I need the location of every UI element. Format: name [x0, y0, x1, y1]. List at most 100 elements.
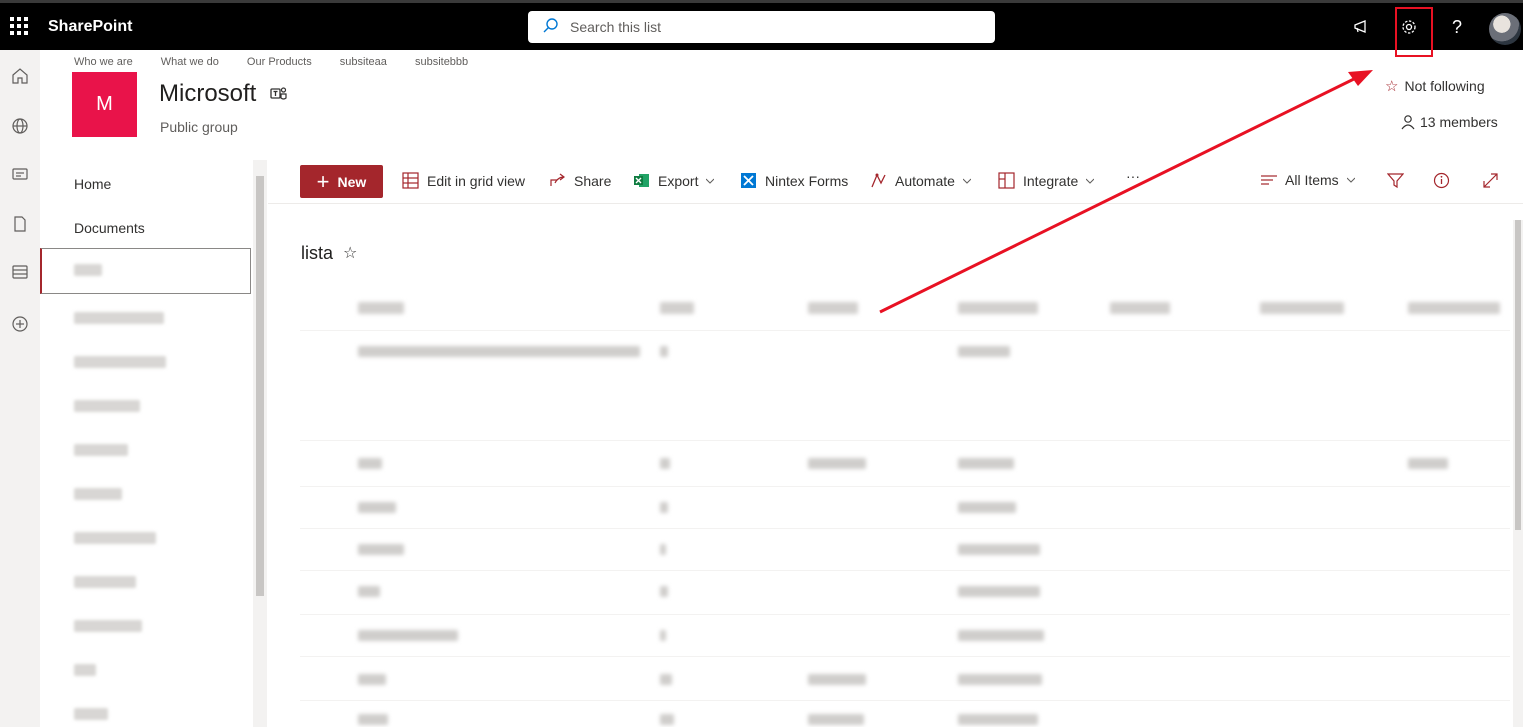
column-header[interactable]	[1408, 302, 1500, 314]
table-cell	[358, 346, 640, 357]
export-button[interactable]: Export	[633, 172, 715, 189]
info-icon[interactable]	[1433, 172, 1450, 189]
follow-button[interactable]: ☆ Not following	[1385, 77, 1485, 95]
column-header[interactable]	[358, 302, 404, 314]
chevron-down-icon	[962, 178, 971, 184]
nav-item-home[interactable]: Home	[74, 176, 111, 192]
row-divider	[300, 440, 1510, 441]
teams-icon[interactable]	[270, 86, 288, 107]
table-cell	[358, 544, 404, 555]
globe-icon[interactable]	[6, 112, 34, 140]
favorite-star-icon[interactable]: ☆	[343, 243, 357, 263]
nav-item-redacted[interactable]	[74, 664, 96, 676]
search-placeholder: Search this list	[570, 19, 662, 35]
nav-item-redacted[interactable]	[74, 400, 140, 412]
table-cell	[958, 502, 1016, 513]
nav-item-redacted[interactable]	[74, 312, 164, 324]
integrate-icon	[998, 172, 1015, 189]
megaphone-icon[interactable]	[1348, 13, 1376, 41]
user-avatar[interactable]	[1489, 13, 1521, 45]
column-header[interactable]	[808, 302, 858, 314]
site-logo[interactable]: M	[72, 72, 137, 137]
list-scrollbar[interactable]	[1513, 220, 1523, 727]
share-icon	[550, 173, 565, 186]
table-cell	[958, 458, 1014, 469]
table-cell	[660, 630, 666, 641]
integrate-label: Integrate	[1023, 172, 1079, 189]
view-list-icon	[1261, 175, 1277, 185]
hub-nav-item[interactable]: subsiteaa	[340, 56, 387, 68]
edit-grid-view-button[interactable]: Edit in grid view	[402, 172, 525, 189]
hub-nav-item[interactable]: What we do	[161, 56, 219, 68]
search-box[interactable]: Search this list	[528, 11, 995, 43]
table-cell	[958, 630, 1044, 641]
column-header[interactable]	[1260, 302, 1344, 314]
hub-navigation: Who we are What we do Our Products subsi…	[74, 56, 493, 68]
nav-item-documents[interactable]: Documents	[74, 220, 145, 236]
plus-icon: +	[316, 168, 330, 194]
app-name[interactable]: SharePoint	[48, 18, 132, 36]
hub-nav-item[interactable]: Our Products	[247, 56, 312, 68]
new-button[interactable]: + New	[300, 165, 383, 198]
members-button[interactable]: 13 members	[1400, 114, 1498, 130]
share-label: Share	[574, 172, 612, 189]
flow-icon	[871, 173, 886, 188]
table-cell	[358, 502, 396, 513]
hub-nav-item[interactable]: Who we are	[74, 56, 133, 68]
chevron-down-icon	[1086, 178, 1095, 184]
integrate-button[interactable]: Integrate	[998, 172, 1095, 189]
create-icon[interactable]	[6, 310, 34, 338]
table-cell	[660, 714, 674, 725]
table-cell	[660, 346, 668, 357]
star-outline-icon: ☆	[1385, 78, 1399, 95]
file-icon[interactable]	[6, 210, 34, 238]
column-header[interactable]	[958, 302, 1038, 314]
nav-item-redacted[interactable]	[74, 708, 108, 720]
table-cell	[958, 586, 1040, 597]
nav-scrollbar[interactable]	[253, 160, 267, 727]
news-icon[interactable]	[6, 160, 34, 188]
excel-icon	[634, 174, 649, 187]
grid-icon	[402, 172, 419, 189]
site-navigation: Home Documents	[40, 160, 253, 727]
share-button[interactable]: Share	[549, 172, 611, 189]
person-icon	[1401, 115, 1415, 130]
app-launcher-icon[interactable]	[8, 15, 28, 35]
app-bar	[0, 50, 40, 727]
home-icon[interactable]	[6, 62, 34, 90]
view-selector[interactable]: All Items	[1261, 172, 1355, 188]
site-title[interactable]: Microsoft	[159, 80, 256, 108]
nav-item-redacted[interactable]	[74, 444, 128, 456]
nav-item-redacted[interactable]	[74, 488, 122, 500]
nav-item-redacted[interactable]	[74, 576, 136, 588]
row-divider	[300, 614, 1510, 615]
nav-item-selected[interactable]	[40, 248, 251, 294]
nav-item-redacted[interactable]	[74, 620, 142, 632]
automate-label: Automate	[895, 172, 955, 189]
column-header[interactable]	[660, 302, 694, 314]
view-label: All Items	[1285, 172, 1339, 188]
nav-item-redacted[interactable]	[74, 356, 166, 368]
column-header[interactable]	[1110, 302, 1170, 314]
table-cell	[660, 544, 666, 555]
chevron-down-icon	[1346, 177, 1355, 183]
table-cell	[358, 714, 388, 725]
hub-nav-item[interactable]: subsitebbb	[415, 56, 468, 68]
automate-button[interactable]: Automate	[870, 172, 971, 189]
nav-item-redacted[interactable]	[74, 264, 102, 276]
table-cell	[358, 674, 386, 685]
new-label: New	[337, 173, 367, 190]
table-cell	[660, 674, 672, 685]
filter-icon[interactable]	[1387, 172, 1404, 189]
expand-icon[interactable]	[1482, 172, 1499, 189]
edit-grid-label: Edit in grid view	[427, 172, 526, 189]
nintex-forms-button[interactable]: Nintex Forms	[740, 172, 848, 189]
table-cell	[1408, 458, 1448, 469]
lists-icon[interactable]	[6, 258, 34, 286]
help-icon[interactable]: ?	[1443, 13, 1471, 41]
members-label: 13 members	[1420, 114, 1498, 130]
table-cell	[958, 544, 1040, 555]
table-cell	[808, 458, 866, 469]
nav-item-redacted[interactable]	[74, 532, 156, 544]
more-button[interactable]: ···	[1126, 168, 1140, 184]
